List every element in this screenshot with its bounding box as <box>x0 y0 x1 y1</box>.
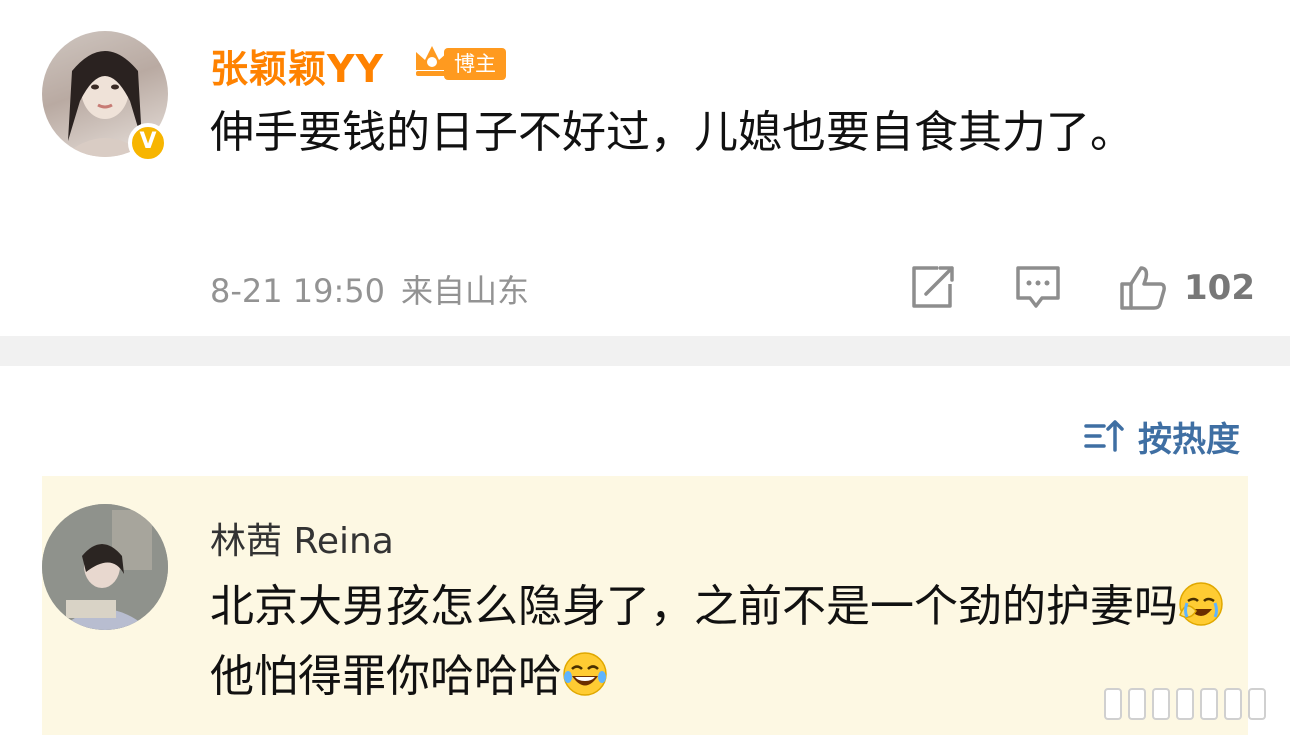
share-icon[interactable] <box>908 262 956 312</box>
post-meta: 8-21 19:50 来自山东 <box>210 266 529 312</box>
post-location: 来自山东 <box>401 272 530 310</box>
comment-content: 北京大男孩怎么隐身了，之前不是一个劲的护妻吗 他怕得罪你哈哈哈 <box>210 572 1240 712</box>
comment-icon[interactable] <box>1014 262 1062 312</box>
facepalm-emoji <box>1179 582 1223 626</box>
section-divider <box>0 336 1290 366</box>
comment-item: 林茜 Reina 北京大男孩怎么隐身了，之前不是一个劲的护妻吗 他怕得罪你哈哈哈 <box>42 476 1248 735</box>
comment-text-part2: 他怕得罪你哈哈哈 <box>210 651 562 702</box>
watermark-logo <box>1104 688 1272 724</box>
blogger-badge: 博主 <box>444 48 506 80</box>
verified-badge-icon: V <box>128 123 168 163</box>
sort-icon <box>1084 420 1124 452</box>
sort-label: 按热度 <box>1138 420 1240 460</box>
post-content: 伸手要钱的日子不好过，儿媳也要自食其力了。 <box>210 107 1134 158</box>
commenter-avatar[interactable] <box>42 504 168 630</box>
laughing-tears-emoji <box>563 652 607 696</box>
post-author-name[interactable]: 张颖颖YY <box>210 38 384 93</box>
weibo-post: V 张颖颖YY 博主 伸手要钱的日子不好过，儿媳也要自食其力了。 8-21 19… <box>0 0 1290 336</box>
comment-text-part1: 北京大男孩怎么隐身了，之前不是一个劲的护妻吗 <box>210 581 1178 632</box>
commenter-name[interactable]: 林茜 Reina <box>210 512 394 564</box>
thumbs-up-icon <box>1120 266 1166 310</box>
like-button[interactable]: 102 <box>1118 262 1258 312</box>
like-count: 102 <box>1184 268 1255 308</box>
post-timestamp: 8-21 19:50 <box>210 272 386 310</box>
